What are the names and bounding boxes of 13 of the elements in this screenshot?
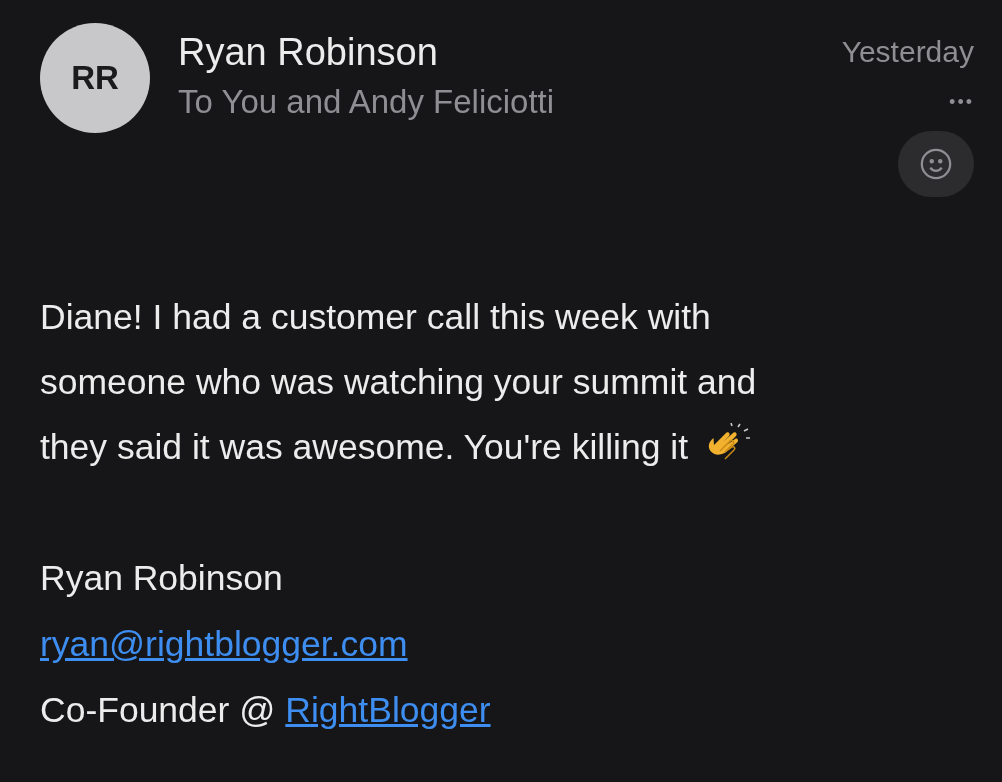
more-button[interactable]: ••• — [949, 91, 974, 113]
recipients: To You and Andy Feliciotti — [178, 82, 555, 122]
signature-title: Co-Founder @ — [40, 689, 276, 732]
message-text: someone who was watching your summit and — [40, 361, 757, 404]
message-text: Diane! I had a customer call this week with — [40, 296, 711, 339]
sender-name: Ryan Robinson — [178, 30, 438, 75]
email-link[interactable]: ryan@rightblogger.com — [40, 611, 408, 677]
message-time: Yesterday — [841, 34, 974, 70]
avatar: RR — [40, 23, 150, 133]
smiley-icon — [919, 147, 953, 181]
signature-name: Ryan Robinson — [40, 557, 284, 600]
message-text: they said it was awesome. You're killing it — [40, 426, 689, 469]
company-link[interactable]: RightBlogger — [285, 677, 491, 743]
